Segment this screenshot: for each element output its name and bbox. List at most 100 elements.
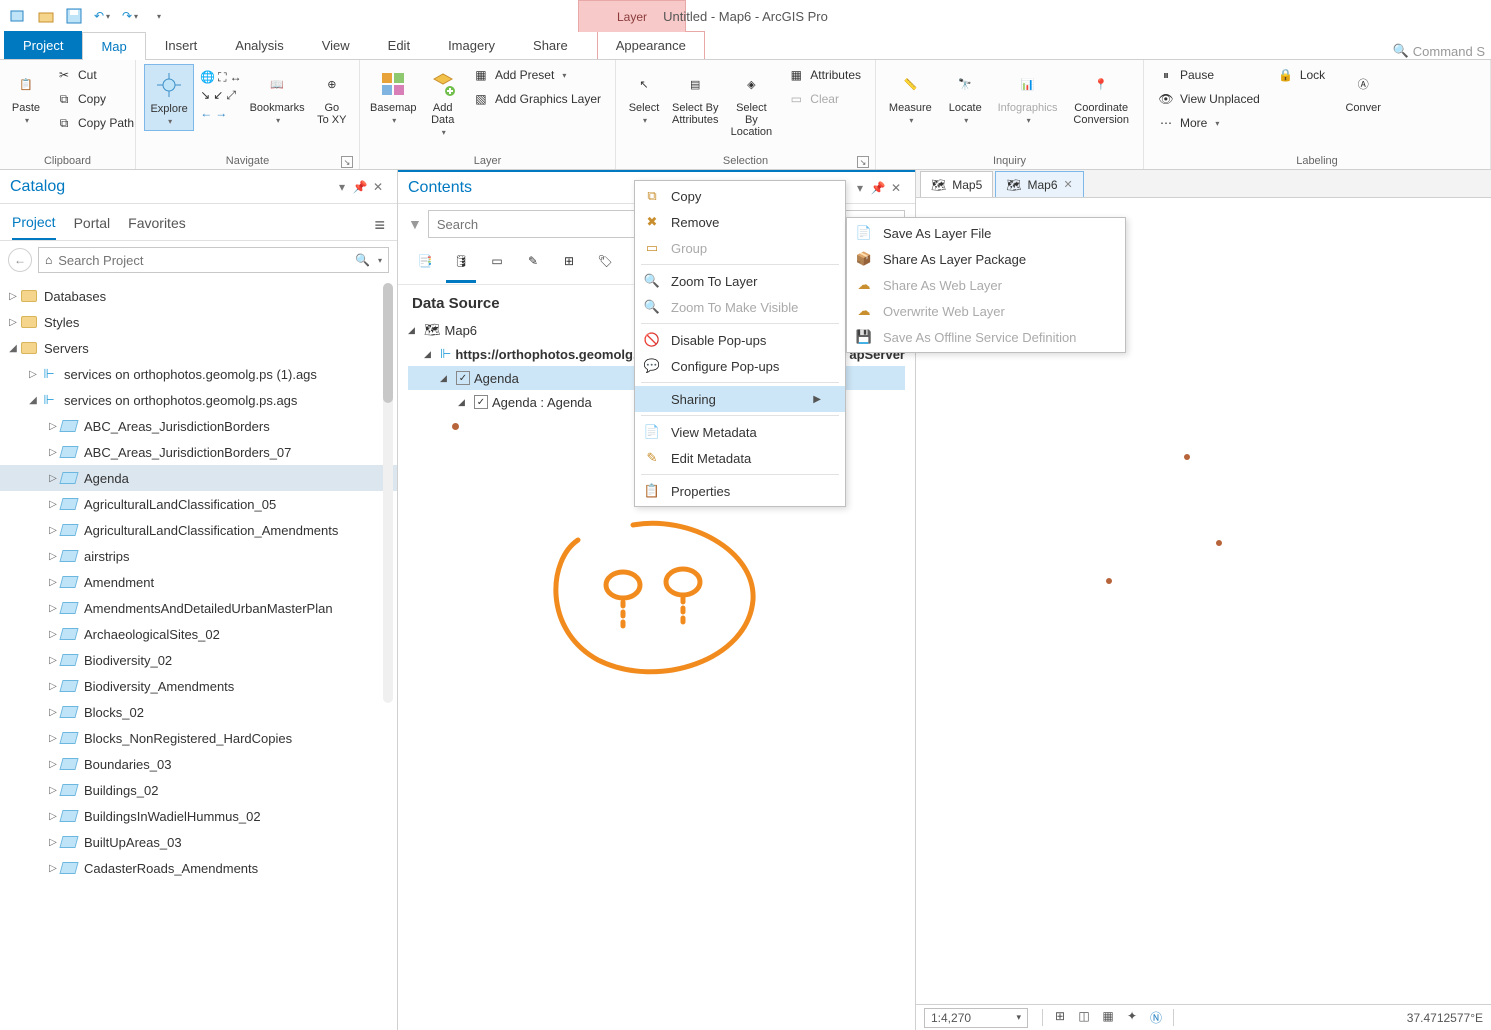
- explore-button[interactable]: Explore▾: [144, 64, 194, 131]
- pause-labeling-button[interactable]: ⏸Pause: [1152, 64, 1266, 86]
- pane-options-icon[interactable]: ▾: [333, 180, 351, 194]
- lock-labeling-button[interactable]: 🔒Lock: [1272, 64, 1331, 86]
- tab-project[interactable]: Project: [4, 31, 82, 59]
- tab-imagery[interactable]: Imagery: [429, 31, 514, 59]
- tree-layer-item[interactable]: ▷ABC_Areas_JurisdictionBorders: [0, 413, 397, 439]
- ctx-remove[interactable]: ✖Remove: [635, 209, 845, 235]
- pane-options-icon[interactable]: ▾: [851, 181, 869, 195]
- close-tab-icon[interactable]: ✕: [1064, 178, 1073, 191]
- share-save-layer-file[interactable]: 📄Save As Layer File: [847, 220, 1125, 246]
- ctx-zoom-visible[interactable]: 🔍Zoom To Make Visible: [635, 294, 845, 320]
- select-by-attributes-button[interactable]: ▤ Select By Attributes: [670, 64, 720, 130]
- ctx-disable-popups[interactable]: 🚫Disable Pop-ups: [635, 327, 845, 353]
- sb-grid-icon[interactable]: ▦: [1099, 1009, 1117, 1026]
- share-offline-definition[interactable]: 💾Save As Offline Service Definition: [847, 324, 1125, 350]
- qat-open-icon[interactable]: [34, 4, 58, 28]
- ctx-edit-metadata[interactable]: ✎Edit Metadata: [635, 445, 845, 471]
- catalog-search-input[interactable]: ⌂ 🔍▾: [38, 247, 389, 273]
- add-data-button[interactable]: Add Data▾: [424, 64, 460, 141]
- tree-layer-item[interactable]: ▷Boundaries_03: [0, 751, 397, 777]
- clear-selection-button[interactable]: ▭Clear: [782, 88, 867, 110]
- catalog-tab-favorites[interactable]: Favorites: [128, 211, 186, 239]
- more-labeling-button[interactable]: ⋯More▾: [1152, 112, 1266, 134]
- qat-save-icon[interactable]: [62, 4, 86, 28]
- measure-button[interactable]: 📏Measure▾: [884, 64, 937, 129]
- tab-share[interactable]: Share: [514, 31, 587, 59]
- bookmarks-button[interactable]: 📖 Bookmarks▾: [248, 64, 307, 129]
- share-overwrite-web[interactable]: ☁Overwrite Web Layer: [847, 298, 1125, 324]
- catalog-scrollbar[interactable]: [383, 283, 393, 703]
- list-drawing-order-icon[interactable]: 📑: [412, 248, 438, 274]
- select-button[interactable]: ↖ Select▾: [624, 64, 664, 129]
- share�-web-layer[interactable]: ☁Share As Web Layer: [847, 272, 1125, 298]
- list-snapping-icon[interactable]: ⊞: [556, 248, 582, 274]
- sb-snapping-icon[interactable]: ⊞: [1051, 1009, 1069, 1026]
- tree-layer-item[interactable]: ▷Amendment: [0, 569, 397, 595]
- tree-layer-item[interactable]: ▷Agenda: [0, 465, 397, 491]
- ctx-group[interactable]: ▭Group: [635, 235, 845, 261]
- share-layer-package[interactable]: 📦Share As Layer Package: [847, 246, 1125, 272]
- pane-autohide-icon[interactable]: 📌: [351, 180, 369, 194]
- tree-layer-item[interactable]: ▷Biodiversity_02: [0, 647, 397, 673]
- qat-new-icon[interactable]: [6, 4, 30, 28]
- catalog-menu-icon[interactable]: ≡: [374, 215, 385, 236]
- tree-layer-item[interactable]: ▷ArchaeologicalSites_02: [0, 621, 397, 647]
- ctx-sharing[interactable]: Sharing▶: [635, 386, 845, 412]
- tree-layer-item[interactable]: ▷AgriculturalLandClassification_Amendmen…: [0, 517, 397, 543]
- layer-visibility-checkbox[interactable]: ✓: [474, 395, 488, 409]
- tab-insert[interactable]: Insert: [146, 31, 217, 59]
- ctx-copy[interactable]: ⧉Copy: [635, 183, 845, 209]
- add-preset-button[interactable]: ▦Add Preset▾: [467, 64, 607, 86]
- tree-layer-item[interactable]: ▷airstrips: [0, 543, 397, 569]
- coord-conversion-button[interactable]: 📍Coordinate Conversion: [1067, 64, 1135, 130]
- ctx-view-metadata[interactable]: 📄View Metadata: [635, 419, 845, 445]
- view-unplaced-button[interactable]: 👁View Unplaced: [1152, 88, 1266, 110]
- attributes-button[interactable]: ▦Attributes: [782, 64, 867, 86]
- sb-corrections-icon[interactable]: ✦: [1123, 1009, 1141, 1026]
- copy-button[interactable]: ⧉Copy: [50, 88, 140, 110]
- catalog-back-button[interactable]: ←: [8, 248, 32, 272]
- pane-autohide-icon[interactable]: 📌: [869, 181, 887, 195]
- tree-layer-item[interactable]: ▷ABC_Areas_JurisdictionBorders_07: [0, 439, 397, 465]
- tree-layer-item[interactable]: ▷Blocks_02: [0, 699, 397, 725]
- ctx-properties[interactable]: 📋Properties: [635, 478, 845, 504]
- pane-close-icon[interactable]: ✕: [369, 180, 387, 194]
- tab-appearance[interactable]: Appearance: [597, 31, 705, 59]
- catalog-tab-portal[interactable]: Portal: [74, 211, 111, 239]
- sb-constraints-icon[interactable]: ◫: [1075, 1009, 1093, 1026]
- list-editing-icon[interactable]: ✎: [520, 248, 546, 274]
- list-data-source-icon[interactable]: 🛢: [448, 248, 474, 274]
- command-search[interactable]: 🔍 Command S: [1393, 43, 1485, 59]
- filter-icon[interactable]: ▼: [408, 216, 422, 232]
- basemap-button[interactable]: Basemap▾: [368, 64, 418, 129]
- copy-path-button[interactable]: ⧉Copy Path: [50, 112, 140, 134]
- tree-layer-item[interactable]: ▷Buildings_02: [0, 777, 397, 803]
- qat-redo-icon[interactable]: ↷▾: [118, 4, 142, 28]
- list-selection-icon[interactable]: ▭: [484, 248, 510, 274]
- catalog-tab-project[interactable]: Project: [12, 210, 56, 240]
- tree-node-service-2[interactable]: ◢⊩services on orthophotos.geomolg.ps.ags: [0, 387, 397, 413]
- tab-view[interactable]: View: [303, 31, 369, 59]
- tree-layer-item[interactable]: ▷AgriculturalLandClassification_05: [0, 491, 397, 517]
- map-tab-map6[interactable]: 🗺Map6✕: [995, 171, 1083, 197]
- tree-layer-item[interactable]: ▷Biodiversity_Amendments: [0, 673, 397, 699]
- tree-layer-item[interactable]: ▷BuiltUpAreas_03: [0, 829, 397, 855]
- tree-layer-item[interactable]: ▷Blocks_NonRegistered_HardCopies: [0, 725, 397, 751]
- add-graphics-button[interactable]: ▧Add Graphics Layer: [467, 88, 607, 110]
- tree-node-servers[interactable]: ◢Servers: [0, 335, 397, 361]
- tab-map[interactable]: Map: [82, 32, 145, 60]
- qat-undo-icon[interactable]: ↶▾: [90, 4, 114, 28]
- selection-launcher-icon[interactable]: ↘: [857, 156, 869, 168]
- qat-customize-icon[interactable]: ▾: [146, 4, 170, 28]
- tree-layer-item[interactable]: ▷AmendmentsAndDetailedUrbanMasterPlan: [0, 595, 397, 621]
- infographics-button[interactable]: 📊Infographics▾: [994, 64, 1062, 129]
- tree-layer-item[interactable]: ▷BuildingsInWadielHummus_02: [0, 803, 397, 829]
- tree-node-databases[interactable]: ▷Databases: [0, 283, 397, 309]
- layer-visibility-checkbox[interactable]: ✓: [456, 371, 470, 385]
- cut-button[interactable]: ✂Cut: [50, 64, 140, 86]
- sb-dynamic-icon[interactable]: Ⓝ: [1147, 1009, 1165, 1026]
- convert-labels-button[interactable]: ⒶConver: [1337, 64, 1389, 118]
- scale-selector[interactable]: 1:4,270▾: [924, 1008, 1028, 1028]
- navigate-launcher-icon[interactable]: ↘: [341, 156, 353, 168]
- tab-edit[interactable]: Edit: [369, 31, 429, 59]
